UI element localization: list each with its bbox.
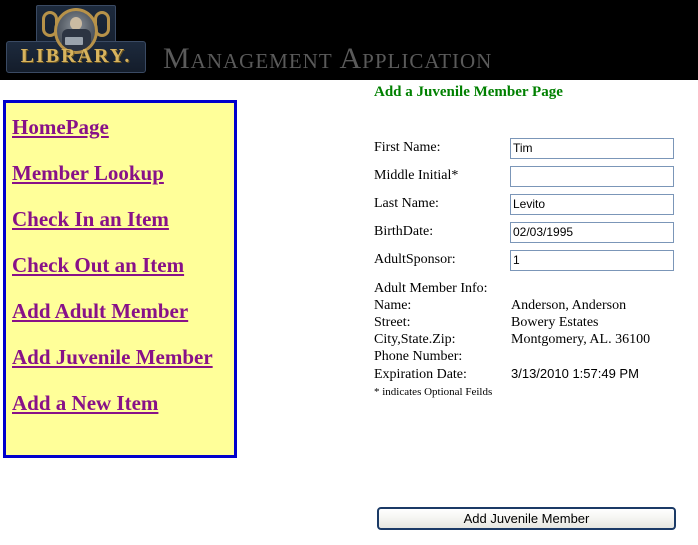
adult-info-row-street: Street: Bowery Estates: [374, 315, 694, 332]
value-adult-street: Bowery Estates: [511, 315, 599, 330]
value-adult-name: Anderson, Anderson: [511, 298, 627, 313]
adult-info-row-name: Name: Anderson, Anderson: [374, 298, 694, 315]
adult-info-section-label-row: Adult Member Info:: [374, 281, 694, 298]
optional-fields-note: * indicates Optional Feilds: [374, 386, 493, 398]
adult-sponsor-input[interactable]: [510, 249, 674, 271]
birthdate-input[interactable]: [510, 221, 674, 243]
sidebar-item-add-adult-member[interactable]: Add Adult Member: [12, 299, 188, 324]
middle-initial-input[interactable]: [510, 165, 674, 187]
application-title: Management Application: [163, 42, 493, 75]
form-row-adult-sponsor: AdultSponsor:: [374, 247, 694, 273]
label-first-name: First Name:: [374, 140, 441, 155]
sidebar-item-add-new-item[interactable]: Add a New Item: [12, 391, 158, 416]
add-juvenile-member-button[interactable]: Add Juvenile Member: [377, 507, 676, 530]
adult-info-row-city-state-zip: City,State.Zip: Montgomery, AL. 36100: [374, 332, 694, 349]
label-adult-sponsor: AdultSponsor:: [374, 252, 456, 267]
label-adult-street: Street:: [374, 315, 411, 330]
last-name-input[interactable]: [510, 193, 674, 215]
label-birthdate: BirthDate:: [374, 224, 434, 239]
form-row-last-name: Last Name:: [374, 191, 694, 217]
value-adult-city-state-zip: Montgomery, AL. 36100: [511, 332, 651, 347]
adult-info-section-label: Adult Member Info:: [374, 281, 488, 296]
sidebar-item-check-out-item[interactable]: Check Out an Item: [12, 253, 184, 278]
sidebar-item-homepage[interactable]: HomePage: [12, 115, 109, 140]
logo-wordmark: LIBRARY.: [20, 45, 132, 67]
adult-member-info-block: Adult Member Info: Name: Anderson, Ander…: [374, 281, 694, 383]
label-adult-city-state-zip: City,State.Zip:: [374, 332, 456, 347]
label-adult-expiration-date: Expiration Date:: [374, 367, 467, 382]
first-name-input[interactable]: [510, 137, 674, 159]
sidebar-item-check-in-item[interactable]: Check In an Item: [12, 207, 169, 232]
form-row-first-name: First Name:: [374, 135, 694, 161]
form-row-middle-initial: Middle Initial*: [374, 163, 694, 189]
label-middle-initial: Middle Initial*: [374, 168, 459, 183]
page-title: Add a Juvenile Member Page: [374, 84, 563, 100]
library-logo: LIBRARY.: [6, 5, 146, 75]
label-adult-phone: Phone Number:: [374, 349, 463, 364]
page-header: LIBRARY. Management Application: [0, 0, 698, 80]
label-last-name: Last Name:: [374, 196, 439, 211]
sidebar-navigation: HomePage Member Lookup Check In an Item …: [3, 100, 237, 458]
sidebar-item-member-lookup[interactable]: Member Lookup: [12, 161, 164, 186]
label-adult-name: Name:: [374, 298, 412, 313]
adult-info-row-phone: Phone Number:: [374, 349, 694, 366]
logo-portrait-book-icon: [65, 37, 83, 45]
value-adult-expiration-date: 3/13/2010 1:57:49 PM: [511, 366, 639, 381]
form-row-birthdate: BirthDate:: [374, 219, 694, 245]
adult-info-row-expiration: Expiration Date: 3/13/2010 1:57:49 PM: [374, 366, 694, 383]
sidebar-item-add-juvenile-member[interactable]: Add Juvenile Member: [12, 345, 213, 370]
main-content: Add a Juvenile Member Page First Name: M…: [374, 84, 694, 398]
